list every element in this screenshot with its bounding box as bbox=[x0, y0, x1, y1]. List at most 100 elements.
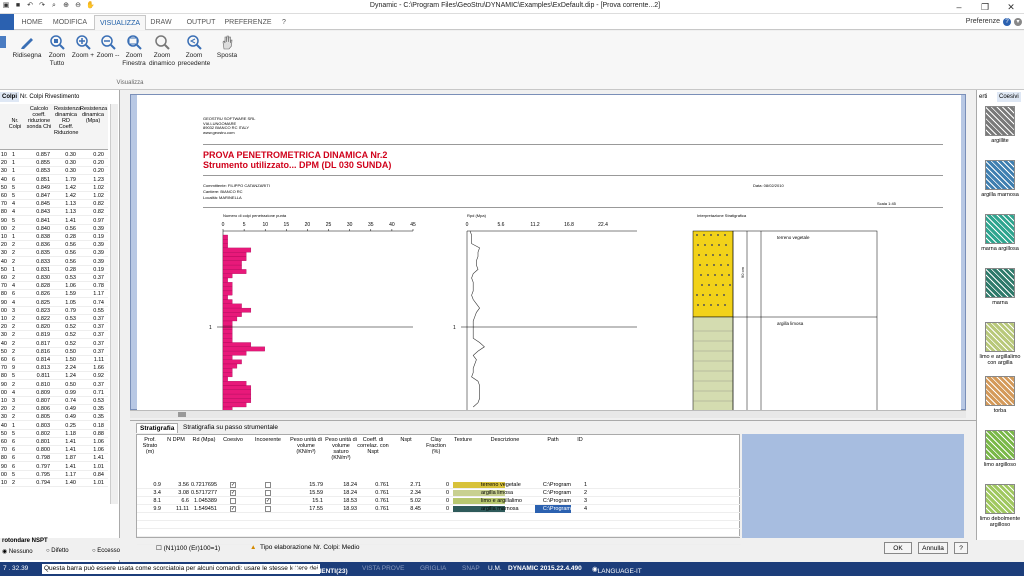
vista-prove-button[interactable]: VISTA PROVE bbox=[362, 565, 405, 572]
redo-icon[interactable]: ↷ bbox=[38, 2, 46, 10]
left-scrollbar[interactable] bbox=[110, 104, 118, 504]
settings-icon[interactable]: ▾ bbox=[1014, 18, 1022, 26]
restore-icon[interactable]: ❐ bbox=[972, 0, 998, 14]
checkbox[interactable] bbox=[265, 482, 271, 488]
table-row[interactable]: 60 6 0.814 1.50 1.11 bbox=[0, 356, 108, 364]
table-row[interactable]: 40 2 0.817 0.52 0.37 bbox=[0, 340, 108, 348]
zoom-out-button[interactable]: Zoom -- bbox=[96, 34, 120, 78]
table-row[interactable]: 10 2 0.822 0.53 0.37 bbox=[0, 315, 108, 323]
table-row[interactable]: 40 1 0.803 0.25 0.18 bbox=[0, 422, 108, 430]
table-row[interactable]: 40 2 0.833 0.56 0.39 bbox=[0, 258, 108, 266]
tab-preferenze[interactable]: PREFERENZE bbox=[224, 15, 272, 30]
strat-row[interactable]: 0.9 3.56 0.7217695 ✓ 15.79 18.24 0.761 2.71 0 ter… bbox=[137, 481, 741, 489]
table-row[interactable]: 60 2 0.830 0.53 0.37 bbox=[0, 274, 108, 282]
tab-modifica[interactable]: MODIFICA bbox=[50, 15, 90, 30]
table-row[interactable]: 70 4 0.828 1.06 0.78 bbox=[0, 282, 108, 291]
zoom-tutto-button[interactable]: Zoom Tutto bbox=[44, 34, 70, 78]
tab-output[interactable]: OUTPUT bbox=[182, 15, 220, 30]
undo-icon[interactable]: ↶ bbox=[26, 2, 34, 10]
zoom-icon[interactable]: ⌕ bbox=[50, 2, 58, 10]
command-hint-input[interactable]: Questa barra può essere usata come scorc… bbox=[42, 564, 321, 574]
strat-empty-row[interactable] bbox=[137, 513, 741, 521]
help-button[interactable]: ? bbox=[954, 542, 968, 554]
table-row[interactable]: 80 5 0.811 1.24 0.92 bbox=[0, 372, 108, 381]
swatch-1[interactable] bbox=[985, 160, 1015, 190]
swatch-6[interactable] bbox=[985, 430, 1015, 460]
table-row[interactable]: 80 6 0.798 1.87 1.41 bbox=[0, 454, 108, 463]
checkbox[interactable]: ✓ bbox=[265, 498, 271, 504]
table-row[interactable]: 10 1 0.838 0.28 0.19 bbox=[0, 233, 108, 241]
document-area[interactable]: GEOSTRU SOFTWARE SRL VIA LUNGOMARE 89032… bbox=[130, 94, 966, 411]
table-row[interactable]: 70 9 0.813 2.24 1.66 bbox=[0, 364, 108, 373]
tab-colpi[interactable]: Colpi bbox=[0, 92, 19, 102]
table-row[interactable]: 20 2 0.820 0.52 0.37 bbox=[0, 323, 108, 332]
table-row[interactable]: 50 5 0.849 1.42 1.02 bbox=[0, 184, 108, 192]
strat-row[interactable]: 8.1 6.6 1.045389 ✓ 15.1 18.53 0.761 5.02 0 limo e… bbox=[137, 497, 741, 505]
radio-nessuno[interactable]: ◉ Nessuno bbox=[2, 548, 33, 555]
swatch-3[interactable] bbox=[985, 268, 1015, 298]
table-row[interactable]: 20 2 0.806 0.49 0.35 bbox=[0, 405, 108, 414]
table-row[interactable]: 90 6 0.797 1.41 1.01 bbox=[0, 463, 108, 471]
table-row[interactable]: 10 1 0.857 0.30 0.20 bbox=[0, 151, 108, 159]
ok-button[interactable]: OK bbox=[884, 542, 912, 554]
zoom-precedente-button[interactable]: Zoom precedente bbox=[176, 34, 212, 78]
swatch-5[interactable] bbox=[985, 376, 1015, 406]
strumenti-button[interactable]: ▦ STRUMENTI(23) bbox=[292, 565, 348, 575]
table-row[interactable]: 80 4 0.843 1.13 0.82 bbox=[0, 208, 108, 217]
table-row[interactable]: 00 4 0.809 0.99 0.71 bbox=[0, 389, 108, 397]
swatch-4[interactable] bbox=[985, 322, 1015, 352]
tab-stratigrafia[interactable]: Stratigrafia bbox=[136, 423, 179, 433]
tab-visualizza[interactable]: VISUALIZZA bbox=[94, 15, 146, 30]
griglia-button[interactable]: GRIGLIA bbox=[420, 565, 446, 572]
sposta-button[interactable]: Sposta bbox=[214, 34, 240, 78]
zoom-out-small-icon[interactable]: ⊖ bbox=[74, 2, 82, 10]
table-row[interactable]: 60 6 0.801 1.41 1.06 bbox=[0, 438, 108, 446]
table-row[interactable]: 40 6 0.851 1.79 1.23 bbox=[0, 176, 108, 184]
table-row[interactable]: 90 5 0.841 1.41 0.97 bbox=[0, 217, 108, 225]
swatch-0[interactable] bbox=[985, 106, 1015, 136]
swatch-7[interactable] bbox=[985, 484, 1015, 514]
tab-rivestimento[interactable]: Nr. Colpi Rivestimento bbox=[18, 92, 81, 102]
radio-difetto[interactable]: ○ Difetto bbox=[46, 548, 69, 554]
ridisegna-button[interactable]: Ridisegna bbox=[10, 34, 44, 78]
table-row[interactable]: 30 1 0.853 0.30 0.20 bbox=[0, 167, 108, 176]
table-row[interactable]: 30 2 0.819 0.52 0.37 bbox=[0, 331, 108, 340]
table-row[interactable]: 50 2 0.816 0.50 0.37 bbox=[0, 348, 108, 356]
help-icon[interactable]: ? bbox=[1003, 18, 1011, 26]
swatch-2[interactable] bbox=[985, 214, 1015, 244]
zoom-dinamico-button[interactable]: Zoom dinamico bbox=[148, 34, 176, 78]
zoom-in-button[interactable]: Zoom + bbox=[70, 34, 96, 78]
checkbox[interactable] bbox=[265, 490, 271, 496]
checkbox[interactable] bbox=[265, 506, 271, 512]
close-icon[interactable]: ✕ bbox=[998, 0, 1024, 14]
strat-empty-row[interactable] bbox=[137, 529, 741, 537]
zoom-finestra-button[interactable]: Zoom Finestra bbox=[120, 34, 148, 78]
strat-empty-row[interactable] bbox=[137, 521, 741, 529]
nc-checkbox[interactable]: ☐ (N1)100 (Er)100=1) bbox=[156, 544, 220, 552]
um-button[interactable]: U.M. bbox=[488, 565, 502, 572]
table-row[interactable]: 10 3 0.807 0.74 0.53 bbox=[0, 397, 108, 405]
table-row[interactable]: 20 2 0.836 0.56 0.39 bbox=[0, 241, 108, 250]
table-row[interactable]: 90 4 0.825 1.05 0.74 bbox=[0, 299, 108, 307]
tab-right-colpi[interactable]: erti bbox=[979, 92, 987, 102]
table-row[interactable]: 80 6 0.826 1.59 1.17 bbox=[0, 290, 108, 299]
annulla-button[interactable]: Annulla bbox=[918, 542, 948, 554]
language-button[interactable]: ◉ LANGUAGE-IT bbox=[592, 565, 642, 575]
file-tab[interactable] bbox=[0, 14, 14, 30]
minimize-icon[interactable]: – bbox=[946, 0, 972, 14]
tab-help[interactable]: ? bbox=[278, 15, 290, 30]
tab-coesivi[interactable]: Coesivi bbox=[997, 92, 1021, 102]
table-row[interactable]: 00 5 0.795 1.17 0.84 bbox=[0, 471, 108, 479]
table-row[interactable]: 70 4 0.845 1.13 0.82 bbox=[0, 200, 108, 209]
save-icon[interactable]: ■ bbox=[14, 2, 22, 10]
pan-small-icon[interactable]: ✋ bbox=[86, 2, 95, 10]
checkbox[interactable] bbox=[230, 498, 236, 504]
zoom-in-small-icon[interactable]: ⊕ bbox=[62, 2, 70, 10]
tab-home[interactable]: HOME bbox=[18, 15, 46, 30]
strat-row[interactable]: 9.9 11.11 1.549451 ✓ 17.55 18.93 0.761 8.45 0 arg… bbox=[137, 505, 741, 513]
checkbox[interactable]: ✓ bbox=[230, 482, 236, 488]
table-row[interactable]: 30 2 0.805 0.49 0.35 bbox=[0, 413, 108, 422]
table-row[interactable]: 00 3 0.823 0.79 0.55 bbox=[0, 307, 108, 315]
table-row[interactable]: 00 2 0.840 0.56 0.39 bbox=[0, 225, 108, 233]
table-row[interactable]: 50 5 0.802 1.18 0.88 bbox=[0, 430, 108, 438]
